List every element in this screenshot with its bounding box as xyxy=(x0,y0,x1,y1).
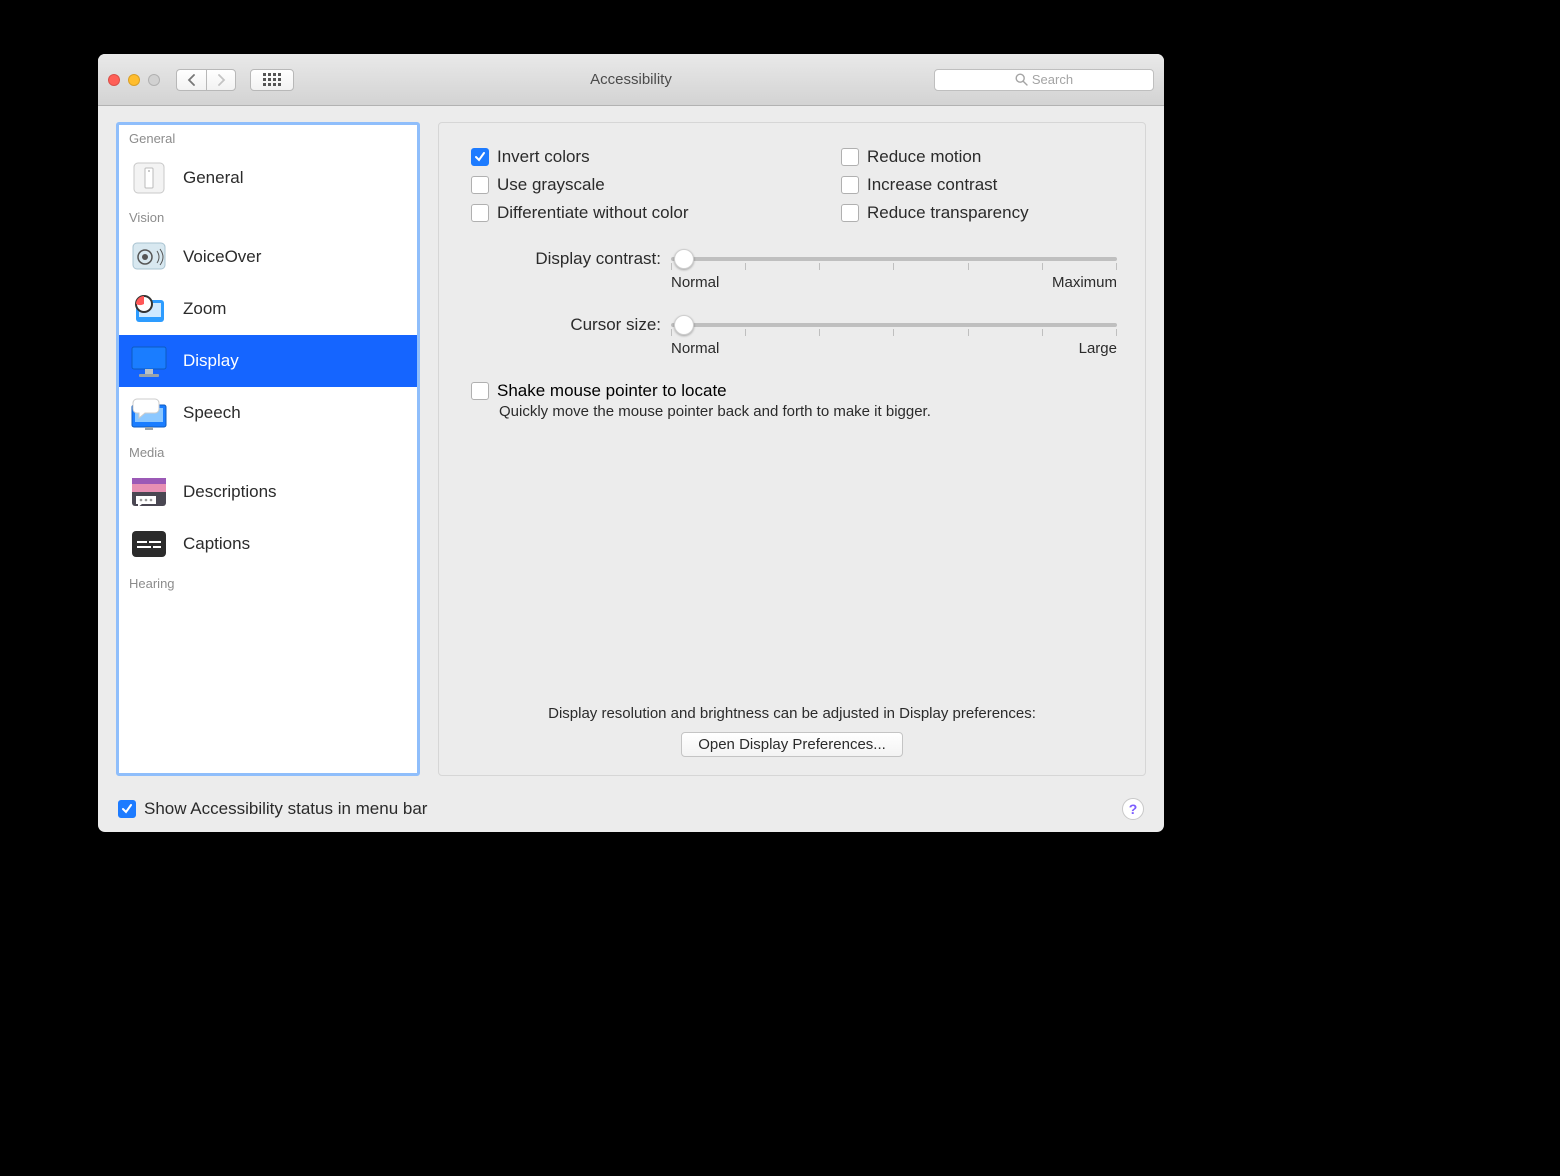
window-controls xyxy=(108,74,160,86)
checkbox-label: Reduce transparency xyxy=(867,203,1029,223)
checkbox-label: Increase contrast xyxy=(867,175,997,195)
sidebar-item-label: Descriptions xyxy=(183,482,277,502)
checkbox-grid: Invert colors Reduce motion Use grayscal… xyxy=(471,147,1117,223)
sidebar-section-hearing: Hearing xyxy=(119,570,417,597)
content-pane: Invert colors Reduce motion Use grayscal… xyxy=(438,122,1146,776)
checkbox-invert-colors[interactable]: Invert colors xyxy=(471,147,841,167)
slider-cursor-size: Cursor size: Normal Large xyxy=(471,315,1117,357)
sidebar-item-captions[interactable]: Captions xyxy=(119,518,417,570)
checkbox-label: Reduce motion xyxy=(867,147,981,167)
slider-max-label: Maximum xyxy=(1052,274,1117,291)
display-icon xyxy=(129,341,169,381)
sidebar-item-speech[interactable]: Speech xyxy=(119,387,417,439)
slider-knob[interactable] xyxy=(674,315,694,335)
slider-knob[interactable] xyxy=(674,249,694,269)
sidebar-item-descriptions[interactable]: Descriptions xyxy=(119,466,417,518)
checkbox-use-grayscale[interactable]: Use grayscale xyxy=(471,175,841,195)
show-all-button[interactable] xyxy=(250,69,294,91)
checkbox-icon xyxy=(471,176,489,194)
sidebar-section-general: General xyxy=(119,125,417,152)
checkbox-diff-without-color[interactable]: Differentiate without color xyxy=(471,203,841,223)
sidebar-item-label: Zoom xyxy=(183,299,226,319)
close-window-button[interactable] xyxy=(108,74,120,86)
slider-min-label: Normal xyxy=(671,340,719,357)
shake-hint: Quickly move the mouse pointer back and … xyxy=(499,403,1117,420)
sidebar-item-label: VoiceOver xyxy=(183,247,261,267)
checkbox-reduce-transparency[interactable]: Reduce transparency xyxy=(841,203,1117,223)
zoom-icon xyxy=(129,289,169,329)
sidebar-item-label: Display xyxy=(183,351,239,371)
sidebar-section-media: Media xyxy=(119,439,417,466)
slider-min-label: Normal xyxy=(671,274,719,291)
captions-icon xyxy=(129,524,169,564)
question-icon: ? xyxy=(1129,801,1138,817)
chevron-left-icon xyxy=(187,74,196,86)
slider-track-cursor[interactable]: Normal Large xyxy=(671,315,1117,357)
checkbox-icon xyxy=(471,148,489,166)
checkbox-label: Invert colors xyxy=(497,147,590,167)
shake-pointer-group: Shake mouse pointer to locate Quickly mo… xyxy=(471,381,1117,420)
open-display-preferences-button[interactable]: Open Display Preferences... xyxy=(681,732,903,757)
titlebar: Accessibility Search xyxy=(98,54,1164,106)
nav-back-button[interactable] xyxy=(176,69,206,91)
search-placeholder: Search xyxy=(1032,72,1073,87)
slider-label: Cursor size: xyxy=(471,315,661,335)
zoom-window-button[interactable] xyxy=(148,74,160,86)
sidebar-item-zoom[interactable]: Zoom xyxy=(119,283,417,335)
checkbox-label: Show Accessibility status in menu bar xyxy=(144,799,427,819)
checkbox-icon xyxy=(118,800,136,818)
nav-group xyxy=(176,69,236,91)
slider-track-contrast[interactable]: Normal Maximum xyxy=(671,249,1117,291)
checkbox-label: Use grayscale xyxy=(497,175,605,195)
footer-message: Display resolution and brightness can be… xyxy=(439,705,1145,722)
checkbox-increase-contrast[interactable]: Increase contrast xyxy=(841,175,1117,195)
checkbox-shake-pointer[interactable]: Shake mouse pointer to locate xyxy=(471,381,1117,401)
voiceover-icon xyxy=(129,237,169,277)
checkbox-icon xyxy=(471,204,489,222)
checkbox-icon xyxy=(841,204,859,222)
descriptions-icon xyxy=(129,472,169,512)
sidebar-item-general[interactable]: General xyxy=(119,152,417,204)
sidebar-item-label: Captions xyxy=(183,534,250,554)
preferences-window: Accessibility Search General General Vis… xyxy=(98,54,1164,832)
sidebar: General General Vision VoiceOver Zoom xyxy=(116,122,420,776)
checkbox-icon xyxy=(471,382,489,400)
checkbox-show-status-in-menubar[interactable]: Show Accessibility status in menu bar xyxy=(118,799,427,819)
checkbox-label: Shake mouse pointer to locate xyxy=(497,381,727,401)
grid-icon xyxy=(263,73,281,86)
chevron-right-icon xyxy=(217,74,226,86)
search-field[interactable]: Search xyxy=(934,69,1154,91)
general-icon xyxy=(129,158,169,198)
checkbox-label: Differentiate without color xyxy=(497,203,689,223)
minimize-window-button[interactable] xyxy=(128,74,140,86)
speech-icon xyxy=(129,393,169,433)
sidebar-item-display[interactable]: Display xyxy=(119,335,417,387)
sidebar-item-label: Speech xyxy=(183,403,241,423)
search-icon xyxy=(1015,73,1028,86)
sidebar-item-voiceover[interactable]: VoiceOver xyxy=(119,231,417,283)
slider-display-contrast: Display contrast: Normal Maximum xyxy=(471,249,1117,291)
bottom-bar: Show Accessibility status in menu bar ? xyxy=(98,786,1164,832)
nav-forward-button[interactable] xyxy=(206,69,236,91)
checkbox-reduce-motion[interactable]: Reduce motion xyxy=(841,147,1117,167)
slider-label: Display contrast: xyxy=(471,249,661,269)
sidebar-item-label: General xyxy=(183,168,243,188)
sidebar-section-vision: Vision xyxy=(119,204,417,231)
body: General General Vision VoiceOver Zoom xyxy=(98,106,1164,786)
checkbox-icon xyxy=(841,176,859,194)
footer-area: Display resolution and brightness can be… xyxy=(439,705,1145,757)
help-button[interactable]: ? xyxy=(1122,798,1144,820)
slider-max-label: Large xyxy=(1079,340,1117,357)
checkbox-icon xyxy=(841,148,859,166)
